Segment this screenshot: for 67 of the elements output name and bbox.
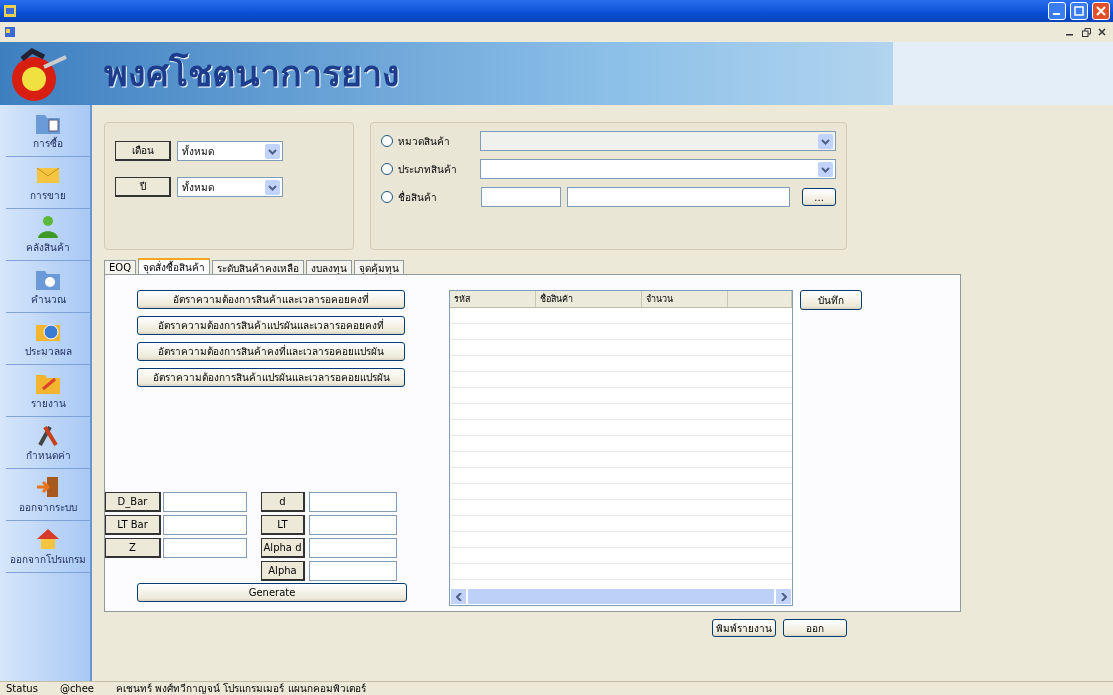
sidebar-item[interactable]: กำหนดค่า <box>6 417 90 469</box>
dropdown-field[interactable] <box>479 159 836 179</box>
scrollbar[interactable] <box>450 588 792 605</box>
tab[interactable]: ระดับสินค้าคงเหลือ <box>212 260 305 274</box>
input-field[interactable] <box>163 492 247 512</box>
document-icon <box>4 26 16 38</box>
radio-button[interactable]: หมวดสินค้า <box>381 133 474 149</box>
input-field[interactable] <box>163 515 247 535</box>
dropdown-field[interactable] <box>479 131 836 151</box>
maximize-button[interactable] <box>1070 2 1088 20</box>
parameter-label: Alpha d <box>261 538 305 558</box>
tab[interactable]: EOQ <box>104 260 137 274</box>
sidebar-item[interactable]: คำนวณ <box>6 261 90 313</box>
parameter-label: d <box>261 492 305 512</box>
model-button[interactable]: อัตราความต้องการสินค้าแปรผันและเวลารอคอยแปรผัน <box>137 368 405 387</box>
status-text: @chee <box>59 682 94 695</box>
field-label: ปี <box>115 177 171 197</box>
person-icon <box>35 214 61 239</box>
model-button[interactable]: อัตราความต้องการสินค้าแปรผันและเวลารอคอยคงที่ <box>137 316 405 335</box>
restore-button[interactable] <box>1079 25 1093 39</box>
sidebar-item[interactable]: ออกจากระบบ <box>6 469 90 521</box>
sidebar-item[interactable]: การขาย <box>6 157 90 209</box>
footer-button[interactable]: ออก <box>783 619 847 637</box>
save-button[interactable]: บันทึก <box>800 290 862 310</box>
sidebar-item[interactable]: ออกจากโปรแกรม <box>6 521 90 573</box>
close-icon <box>1098 28 1106 36</box>
browse-button[interactable]: ... <box>802 188 836 206</box>
input-field[interactable] <box>481 187 562 207</box>
sidebar-item[interactable]: รายงาน <box>6 365 90 417</box>
tab[interactable]: จุดคุ้มทุน <box>354 260 405 274</box>
parameter-label: LT Bar <box>105 515 161 535</box>
input-field[interactable] <box>163 538 247 558</box>
field-label: เดือน <box>115 141 171 161</box>
app-icon <box>3 4 17 18</box>
column-header: จำนวน <box>642 291 728 307</box>
radio-button[interactable]: ชื่อสินค้า <box>381 189 476 205</box>
maximize-icon <box>1074 6 1084 16</box>
sidebar-item[interactable]: การซื้อ <box>6 105 90 157</box>
house-icon <box>35 526 61 551</box>
parameter-label: LT <box>261 515 305 535</box>
status-text: Status <box>6 682 38 695</box>
company-title: พงศโชตนาการยาง <box>104 51 400 96</box>
model-button[interactable]: อัตราความต้องการสินค้าคงที่และเวลารอคอยแปรผัน <box>137 342 405 361</box>
parameter-label: D_Bar <box>105 492 161 512</box>
sidebar-item[interactable]: ประมวลผล <box>6 313 90 365</box>
close-icon <box>1096 6 1106 16</box>
dropdown-field[interactable]: ทั้งหมด <box>177 177 283 197</box>
restore-icon <box>1081 27 1091 37</box>
column-header: ชื่อสินค้า <box>536 291 642 307</box>
tab[interactable]: งบลงทุน <box>306 260 353 274</box>
door-exit-icon <box>35 474 61 499</box>
dropdown-field[interactable]: ทั้งหมด <box>177 141 283 161</box>
input-field[interactable] <box>309 515 397 535</box>
tab[interactable]: จุดสั่งซื้อสินค้า <box>138 258 211 274</box>
parameter-label: Alpha <box>261 561 305 581</box>
column-header: รหัส <box>450 291 536 307</box>
radio-button[interactable]: ประเภทสินค้า <box>381 161 474 177</box>
input-field[interactable] <box>567 187 791 207</box>
input-field[interactable] <box>309 492 397 512</box>
sidebar-item[interactable]: คลังสินค้า <box>6 209 90 261</box>
status-text: คเชนทร์ พงศ์ทวีกาญจน์ โปรแกรมเมอร์ แผนกคอมพิวเตอร์ <box>116 682 366 695</box>
input-field[interactable] <box>309 561 397 581</box>
footer-button[interactable]: พิมพ์รายงาน <box>712 619 776 637</box>
parameter-label: Z <box>105 538 161 558</box>
input-field[interactable] <box>309 538 397 558</box>
model-button[interactable]: อัตราความต้องการสินค้าและเวลารอคอยคงที่ <box>137 290 405 309</box>
generate-button[interactable]: Generate <box>137 583 407 602</box>
